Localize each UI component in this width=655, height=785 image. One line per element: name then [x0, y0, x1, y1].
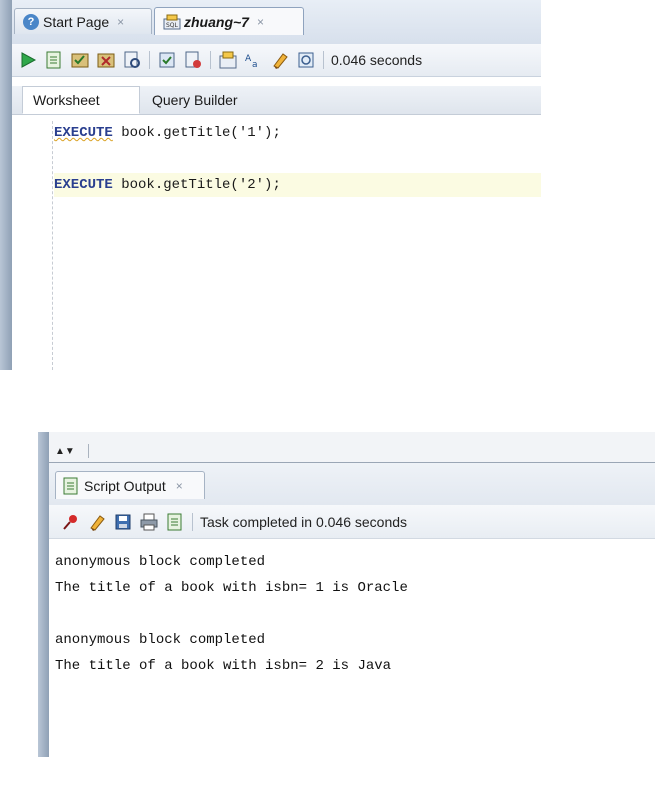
- script-output-panel: ▲▼ Script Output × Task completed in 0.0…: [38, 432, 655, 757]
- script-output-icon: [63, 477, 78, 494]
- worksheet-subtabs: Worksheet Query Builder: [12, 86, 541, 115]
- close-icon[interactable]: ×: [176, 479, 183, 493]
- panel-splitter[interactable]: ▲▼: [49, 432, 655, 463]
- sql-keyword: EXECUTE: [54, 177, 113, 193]
- sql-tuning-icon[interactable]: [183, 50, 203, 70]
- run-statement-icon[interactable]: [18, 50, 38, 70]
- output-line: The title of a book with isbn= 2 is Java: [55, 658, 392, 674]
- splitter-tick: [88, 444, 89, 458]
- sql-editor[interactable]: EXECUTE book.getTitle('1'); EXECUTE book…: [12, 115, 541, 370]
- help-icon: ?: [23, 13, 39, 30]
- clear-icon[interactable]: [87, 512, 107, 532]
- tab-script-output-label: Script Output: [84, 477, 166, 494]
- output-tab-strip: Script Output ×: [49, 463, 655, 505]
- sql-keyword: EXECUTE: [54, 125, 113, 141]
- commit-icon[interactable]: [70, 50, 90, 70]
- code-text: book.getTitle('1');: [112, 125, 281, 141]
- explain-plan-icon[interactable]: [157, 50, 177, 70]
- left-panel-edge: [38, 432, 49, 757]
- save-icon[interactable]: [113, 512, 133, 532]
- svg-text:a: a: [252, 60, 258, 70]
- tab-start-page[interactable]: ? Start Page ×: [14, 8, 152, 34]
- toolbar-separator: [149, 51, 150, 69]
- tab-worksheet[interactable]: SQL zhuang~7 ×: [154, 7, 304, 35]
- run-script-icon[interactable]: [44, 50, 64, 70]
- svg-text:A: A: [245, 54, 252, 64]
- splitter-arrows-icon[interactable]: ▲▼: [55, 447, 75, 457]
- worksheet-toolbar: A a 0.046 seconds: [12, 44, 541, 77]
- script-icon[interactable]: [165, 512, 185, 532]
- tab-query-builder[interactable]: Query Builder: [142, 86, 248, 114]
- script-output-text[interactable]: anonymous block completed The title of a…: [49, 540, 655, 757]
- code-text: book.getTitle('2');: [112, 177, 281, 193]
- rollback-icon[interactable]: [96, 50, 116, 70]
- code-line-current[interactable]: EXECUTE book.getTitle('2');: [54, 173, 541, 197]
- sql-worksheet-window: ? Start Page × SQL zhuang~7 × A a 0.046 …: [0, 0, 541, 370]
- toolbar-separator: [192, 512, 193, 531]
- code-line[interactable]: EXECUTE book.getTitle('1');: [54, 121, 541, 145]
- output-line: anonymous block completed: [55, 632, 266, 648]
- toolbar-separator: [210, 51, 211, 69]
- output-line: The title of a book with isbn= 1 is Orac…: [55, 580, 408, 596]
- print-icon[interactable]: [139, 512, 159, 532]
- sql-worksheet-icon: SQL: [163, 14, 181, 29]
- output-line: anonymous block completed: [55, 554, 266, 570]
- tab-script-output[interactable]: Script Output ×: [55, 471, 205, 499]
- pin-icon[interactable]: [61, 512, 81, 532]
- left-panel-edge: [0, 0, 12, 370]
- svg-text:SQL: SQL: [166, 22, 179, 29]
- sql-history-icon[interactable]: [218, 50, 238, 70]
- close-icon[interactable]: ×: [257, 15, 264, 29]
- task-status: Task completed in 0.046 seconds: [200, 513, 408, 530]
- elapsed-time: 0.046 seconds: [331, 52, 423, 68]
- autotrace-icon[interactable]: [122, 50, 142, 70]
- editor-gutter: [52, 121, 53, 370]
- format-icon[interactable]: A a: [244, 50, 264, 70]
- editor-tab-strip: ? Start Page × SQL zhuang~7 ×: [0, 0, 541, 44]
- output-toolbar: Task completed in 0.046 seconds: [49, 505, 655, 539]
- clear-icon[interactable]: [270, 50, 290, 70]
- close-icon[interactable]: ×: [117, 15, 124, 29]
- tab-start-page-label: Start Page: [43, 13, 110, 30]
- unshared-worksheet-icon[interactable]: [296, 50, 316, 70]
- toolbar-separator: [323, 51, 324, 69]
- tab-worksheet-label: zhuang~7: [184, 13, 249, 30]
- tab-worksheet-view[interactable]: Worksheet: [22, 86, 140, 114]
